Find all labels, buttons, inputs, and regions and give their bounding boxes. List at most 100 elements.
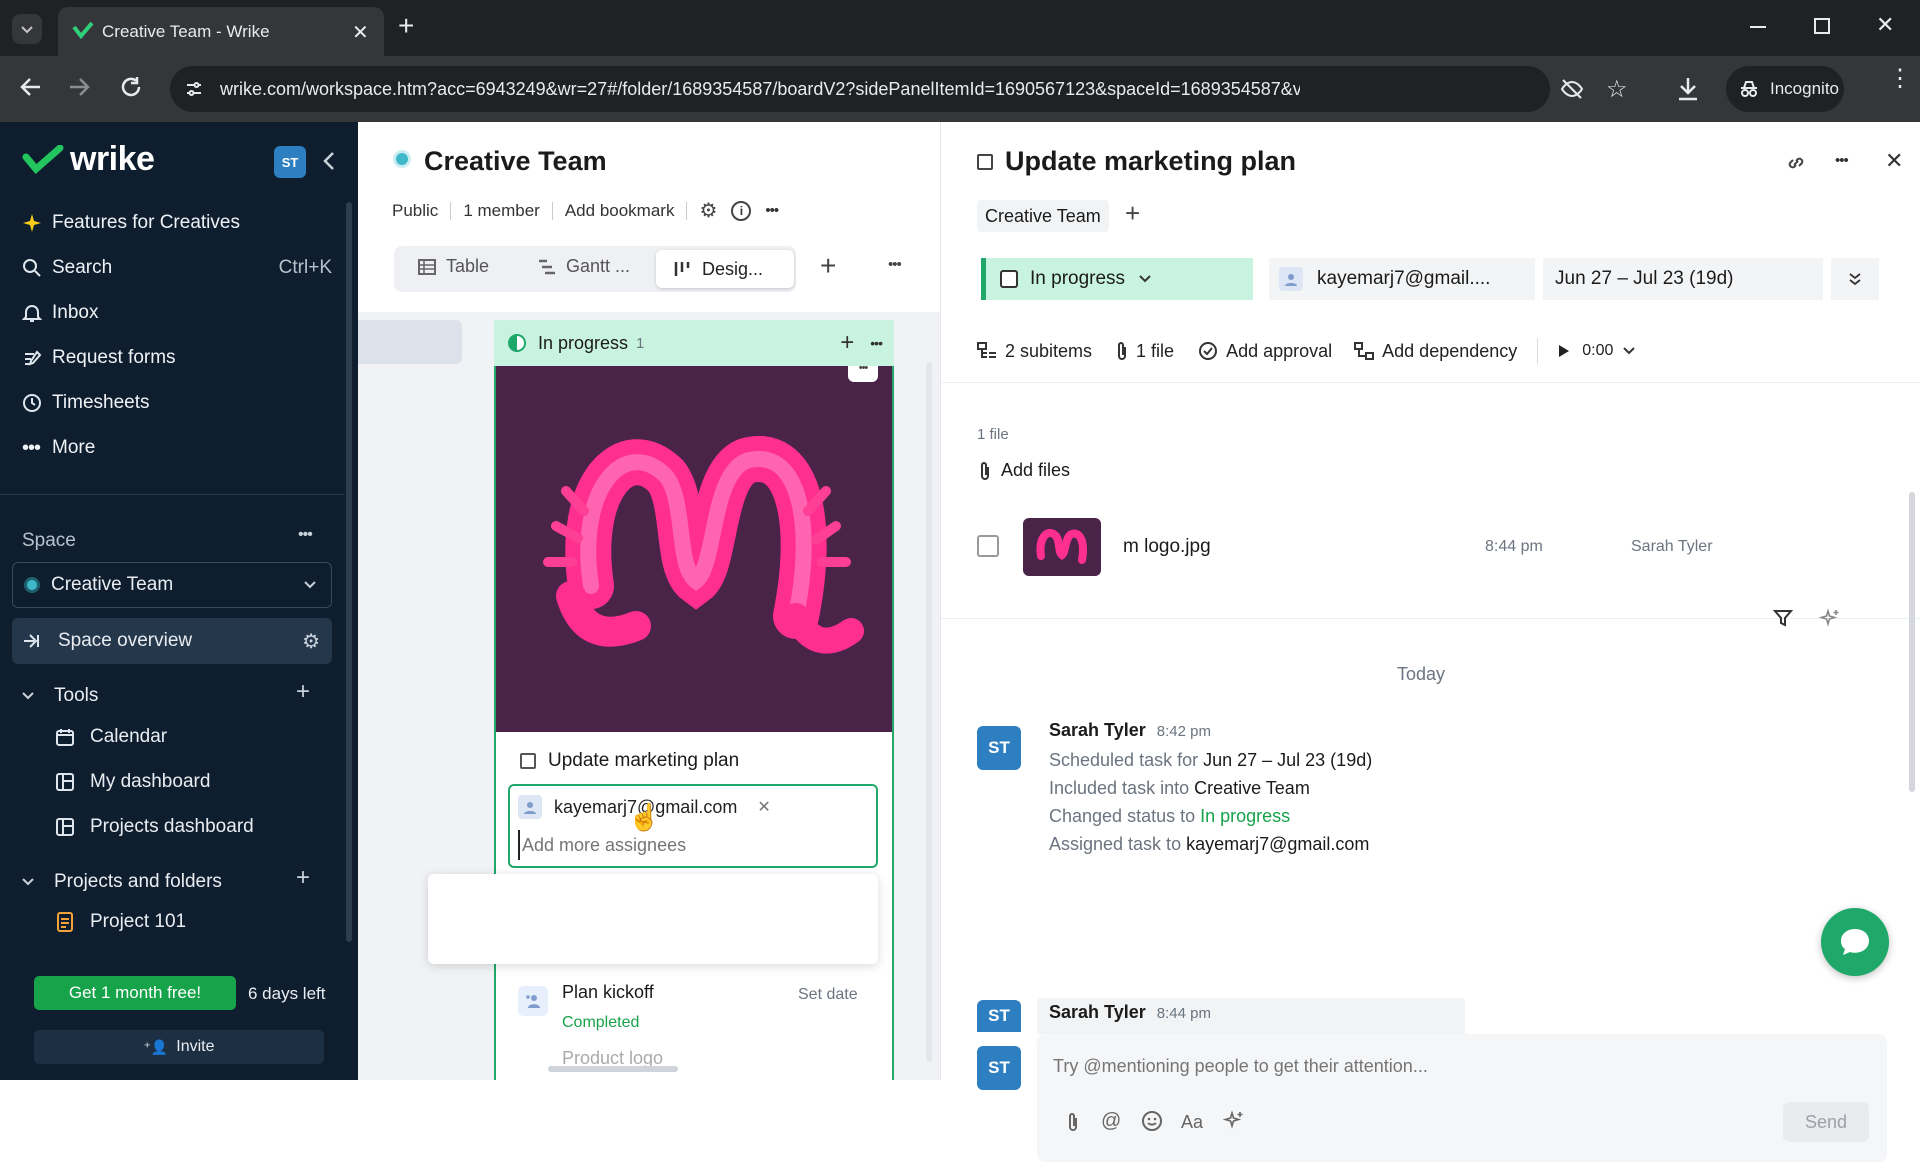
info-icon[interactable]: i bbox=[731, 200, 752, 221]
view-tab-gantt[interactable]: Gantt ... bbox=[538, 256, 630, 277]
panel-scrollbar[interactable] bbox=[1909, 492, 1915, 792]
add-tool-icon[interactable]: + bbox=[296, 678, 310, 706]
tool-my-dashboard[interactable]: My dashboard bbox=[56, 762, 210, 802]
close-panel-icon[interactable]: ✕ bbox=[1885, 148, 1903, 174]
attach-icon[interactable] bbox=[1067, 1112, 1079, 1132]
tool-calendar[interactable]: Calendar bbox=[56, 717, 167, 757]
column-more-icon[interactable]: ••• bbox=[870, 335, 883, 351]
window-close-icon[interactable]: ✕ bbox=[1876, 12, 1894, 38]
space-selector[interactable]: Creative Team bbox=[12, 562, 332, 608]
browser-menu-icon[interactable]: ⋮ bbox=[1888, 67, 1912, 91]
add-approval-button[interactable]: Add approval bbox=[1198, 341, 1332, 362]
tools-heading[interactable]: Tools bbox=[22, 680, 98, 712]
column-header[interactable]: In progress 1 + ••• bbox=[494, 320, 894, 366]
text-format-icon[interactable]: Aa bbox=[1181, 1112, 1203, 1133]
add-project-icon[interactable]: + bbox=[296, 864, 310, 892]
card-cover-image[interactable]: ••• bbox=[496, 366, 892, 732]
add-bookmark-link[interactable]: Add bookmark bbox=[565, 201, 675, 221]
view-tab-table[interactable]: Table bbox=[418, 256, 489, 277]
tool-projects-dashboard[interactable]: Projects dashboard bbox=[56, 807, 254, 847]
mention-icon[interactable]: @ bbox=[1101, 1110, 1121, 1133]
sidebar-scrollbar[interactable] bbox=[346, 202, 352, 942]
restore-icon[interactable] bbox=[1814, 18, 1830, 34]
comment-input[interactable] bbox=[1053, 1048, 1813, 1084]
nav-timesheets[interactable]: Timesheets bbox=[22, 383, 150, 423]
filter-icon[interactable] bbox=[1773, 608, 1793, 628]
assignee-editor[interactable]: kayemarj7@gmail.com ✕ bbox=[508, 784, 878, 868]
projects-heading[interactable]: Projects and folders bbox=[22, 866, 222, 898]
site-info-icon[interactable] bbox=[184, 79, 204, 99]
expand-fields-button[interactable] bbox=[1831, 258, 1879, 300]
project-101[interactable]: Project 101 bbox=[56, 902, 186, 942]
task-checkbox-icon[interactable] bbox=[977, 153, 993, 170]
incognito-chip[interactable]: Incognito bbox=[1726, 66, 1844, 112]
gear-icon[interactable]: ⚙ bbox=[699, 198, 717, 223]
members-label[interactable]: 1 member bbox=[463, 201, 540, 221]
status-dropdown[interactable]: In progress bbox=[981, 258, 1253, 300]
ai-sparkle-icon[interactable] bbox=[1819, 608, 1841, 628]
copy-link-icon[interactable] bbox=[1785, 152, 1807, 174]
timer-button[interactable]: 0:00 bbox=[1558, 342, 1636, 360]
nav-inbox[interactable]: Inbox bbox=[22, 293, 98, 333]
chat-support-button[interactable] bbox=[1821, 908, 1889, 976]
emoji-icon[interactable] bbox=[1141, 1110, 1163, 1132]
more-dots-icon[interactable]: ••• bbox=[765, 202, 779, 219]
space-overview[interactable]: Space overview ⚙ bbox=[12, 618, 332, 664]
vertical-scrollbar[interactable] bbox=[926, 362, 932, 1062]
browser-tab-active[interactable]: Creative Team - Wrike ✕ bbox=[58, 7, 384, 56]
assignee-field[interactable]: kayemarj7@gmail.... bbox=[1269, 258, 1535, 300]
minimize-icon[interactable] bbox=[1750, 26, 1766, 28]
nav-features-for-creatives[interactable]: Features for Creatives bbox=[22, 203, 240, 243]
activity-author[interactable]: Sarah Tyler bbox=[1049, 720, 1146, 740]
nav-request-forms[interactable]: Request forms bbox=[22, 338, 176, 378]
view-more-icon[interactable]: ••• bbox=[888, 256, 902, 273]
ai-sparkle-icon[interactable] bbox=[1223, 1110, 1245, 1130]
reload-icon[interactable] bbox=[118, 74, 144, 100]
bookmark-star-icon[interactable]: ☆ bbox=[1606, 75, 1628, 104]
date-range-field[interactable]: Jun 27 – Jul 23 (19d) bbox=[1543, 258, 1823, 300]
add-files-button[interactable]: Add files bbox=[979, 460, 1070, 481]
nav-search[interactable]: Search Ctrl+K bbox=[22, 248, 332, 288]
activity-avatar[interactable]: ST bbox=[977, 1000, 1021, 1032]
activity-avatar[interactable]: ST bbox=[977, 726, 1021, 770]
add-folder-tag-icon[interactable]: + bbox=[1125, 198, 1140, 229]
files-button[interactable]: 1 file bbox=[1116, 341, 1174, 362]
gear-icon[interactable]: ⚙ bbox=[302, 629, 320, 654]
card-menu-icon[interactable]: ••• bbox=[848, 366, 878, 382]
forward-icon[interactable] bbox=[66, 74, 92, 100]
remove-assignee-icon[interactable]: ✕ bbox=[757, 797, 770, 817]
folder-tag[interactable]: Creative Team bbox=[977, 200, 1109, 232]
add-task-icon[interactable]: + bbox=[840, 329, 854, 357]
space-more-icon[interactable]: ••• bbox=[298, 526, 313, 544]
activity-author[interactable]: Sarah Tyler bbox=[1049, 1002, 1146, 1022]
card-title-row[interactable]: Update marketing plan bbox=[520, 750, 739, 772]
subtask-set-date[interactable]: Set date bbox=[798, 986, 858, 1004]
file-thumbnail[interactable] bbox=[1023, 518, 1101, 576]
add-view-icon[interactable]: + bbox=[820, 250, 836, 282]
back-icon[interactable] bbox=[18, 74, 44, 100]
new-tab-icon[interactable]: + bbox=[398, 10, 414, 42]
user-avatar[interactable]: ST bbox=[274, 146, 306, 178]
upgrade-button[interactable]: Get 1 month free! bbox=[34, 976, 236, 1010]
file-name[interactable]: m logo.jpg bbox=[1123, 536, 1211, 558]
wrike-logo[interactable]: wrike bbox=[22, 140, 155, 179]
task-more-icon[interactable]: ••• bbox=[1835, 152, 1849, 169]
task-title[interactable]: Update marketing plan bbox=[1005, 146, 1296, 177]
invite-button[interactable]: ⁺👤 Invite bbox=[34, 1030, 324, 1064]
subitems-button[interactable]: 2 subitems bbox=[977, 341, 1092, 362]
tab-close-icon[interactable]: ✕ bbox=[352, 20, 369, 45]
send-button[interactable]: Send bbox=[1783, 1102, 1869, 1142]
nav-more[interactable]: ••• More bbox=[22, 428, 95, 468]
url-field[interactable]: wrike.com/workspace.htm?acc=6943249&wr=2… bbox=[170, 66, 1628, 112]
view-tab-design[interactable]: Desig... bbox=[656, 250, 794, 288]
file-select-checkbox[interactable] bbox=[977, 535, 999, 557]
download-icon[interactable] bbox=[1676, 76, 1700, 102]
add-dependency-button[interactable]: Add dependency bbox=[1354, 341, 1517, 362]
visibility-label[interactable]: Public bbox=[392, 201, 438, 221]
add-person-icon[interactable] bbox=[518, 986, 548, 1016]
eye-off-icon[interactable] bbox=[1560, 78, 1584, 100]
subtask-row[interactable]: Plan kickoff Completed Set date bbox=[518, 980, 888, 1050]
horizontal-scrollbar[interactable] bbox=[548, 1066, 678, 1072]
tab-search-icon[interactable] bbox=[12, 14, 42, 44]
collapse-sidebar-icon[interactable] bbox=[322, 150, 336, 172]
